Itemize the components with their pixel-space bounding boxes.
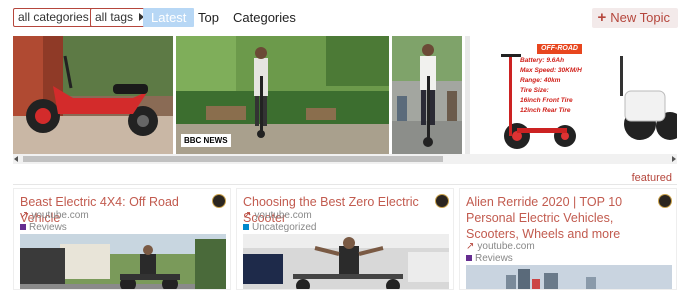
topic-thumbnail[interactable] — [466, 265, 672, 289]
spec-max-speed: Max Speed: 30KM/H — [520, 67, 582, 74]
topic-source[interactable]: ↗ youtube.com — [466, 241, 535, 252]
spec-rear-tire: 12inch Rear Tire — [520, 107, 571, 114]
topic-list-navigation: all categories all tags Latest Top Categ… — [0, 0, 690, 34]
tab-top[interactable]: Top — [198, 8, 219, 27]
tab-latest[interactable]: Latest — [143, 8, 195, 27]
topic-thumbnail[interactable] — [243, 234, 449, 289]
topic-category[interactable]: Uncategorized — [243, 222, 316, 233]
topic-category-text: Reviews — [475, 253, 513, 264]
topic-source[interactable]: ↗ youtube.com — [243, 210, 312, 221]
category-swatch — [20, 224, 26, 230]
topic-source-text: youtube.com — [31, 210, 89, 221]
topic-source-text: youtube.com — [254, 210, 312, 221]
topic-card[interactable]: Choosing the Best Zero Electric Scooter … — [236, 188, 454, 290]
plus-icon: + — [597, 9, 607, 26]
scroll-right-icon[interactable] — [672, 156, 676, 162]
avatar[interactable] — [435, 194, 449, 208]
new-topic-label: New Topic — [610, 10, 670, 25]
featured-slide[interactable]: OFF-ROAD Battery: 9.6Ah Max Speed: 30KM/… — [465, 36, 677, 154]
bbc-news-badge: BBC NEWS — [181, 134, 231, 147]
featured-carousel: BBC NEWS OFF-ROAD Battery: 9.6Ah Max Spe… — [13, 36, 677, 154]
divider — [13, 184, 677, 185]
red-electric-chopper-photo — [13, 36, 173, 154]
carousel-scrollbar[interactable] — [13, 154, 677, 164]
topic-category[interactable]: Reviews — [20, 222, 67, 233]
topic-card[interactable]: Beast Electric 4X4: Off Road Vehicle ↗ yo… — [13, 188, 231, 290]
topic-source[interactable]: ↗ youtube.com — [20, 210, 89, 221]
avatar[interactable] — [212, 194, 226, 208]
category-swatch — [466, 255, 472, 261]
scroll-left-icon[interactable] — [14, 156, 18, 162]
topic-category[interactable]: Reviews — [466, 253, 513, 264]
tab-categories[interactable]: Categories — [233, 8, 296, 27]
topic-category-text: Uncategorized — [252, 222, 317, 233]
city-skyline-photo — [466, 265, 672, 289]
spec-range: Range: 40km — [520, 77, 561, 84]
featured-slide[interactable]: BBC NEWS — [176, 36, 389, 154]
off-road-badge: OFF-ROAD — [537, 44, 582, 54]
spec-list: Battery: 9.6Ah Max Speed: 30KM/H Range: … — [520, 56, 582, 116]
external-link-icon: ↗ — [20, 210, 29, 221]
spec-front-tire: 16inch Front Tire — [520, 97, 573, 104]
topic-card[interactable]: Alien Rerride 2020 | TOP 10 Personal Ele… — [459, 188, 677, 290]
new-topic-button[interactable]: + New Topic — [591, 8, 678, 28]
topic-title[interactable]: Alien Rerride 2020 | TOP 10 Personal Ele… — [466, 194, 646, 242]
featured-slide[interactable] — [392, 36, 462, 154]
topic-thumbnail[interactable] — [20, 234, 226, 289]
spec-tire-size: Tire Size: — [520, 87, 549, 94]
category-swatch — [243, 224, 249, 230]
topic-category-text: Reviews — [29, 222, 67, 233]
featured-slide[interactable] — [13, 36, 173, 154]
external-link-icon: ↗ — [243, 210, 252, 221]
external-link-icon: ↗ — [466, 241, 475, 252]
spec-battery: Battery: 9.6Ah — [520, 57, 565, 64]
scooter-showroom-photo — [243, 234, 449, 289]
tags-filter-dropdown[interactable]: all tags — [90, 8, 152, 27]
categories-filter-label: all categories — [18, 10, 89, 24]
tags-filter-label: all tags — [95, 10, 134, 24]
off-road-vehicle-photo — [20, 234, 226, 289]
topic-source-text: youtube.com — [477, 241, 535, 252]
avatar[interactable] — [658, 194, 672, 208]
man-on-scooter-street-photo — [392, 36, 462, 154]
featured-label: featured — [631, 172, 672, 184]
scrollbar-thumb[interactable] — [23, 156, 443, 162]
